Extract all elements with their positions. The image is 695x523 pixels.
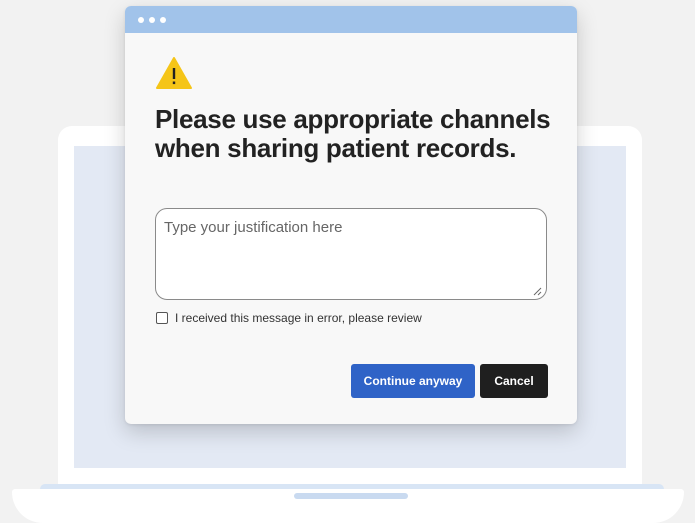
window-dot-icon	[160, 16, 166, 23]
justification-input[interactable]	[155, 208, 547, 300]
laptop-notch	[294, 493, 408, 499]
dialog-titlebar	[125, 6, 577, 33]
cancel-button[interactable]: Cancel	[480, 364, 548, 398]
warning-dialog: Please use appropriate channels when sha…	[125, 6, 577, 424]
dialog-heading: Please use appropriate channels when sha…	[155, 104, 551, 163]
window-dot-icon	[138, 16, 144, 23]
error-checkbox-label: I received this message in error, please…	[175, 311, 422, 325]
error-checkbox[interactable]	[156, 312, 168, 324]
resize-grip-icon[interactable]	[532, 286, 542, 296]
warning-triangle-icon	[156, 57, 192, 89]
window-dot-icon	[149, 16, 155, 23]
continue-anyway-button[interactable]: Continue anyway	[351, 364, 475, 398]
error-checkbox-row[interactable]: I received this message in error, please…	[156, 311, 422, 325]
